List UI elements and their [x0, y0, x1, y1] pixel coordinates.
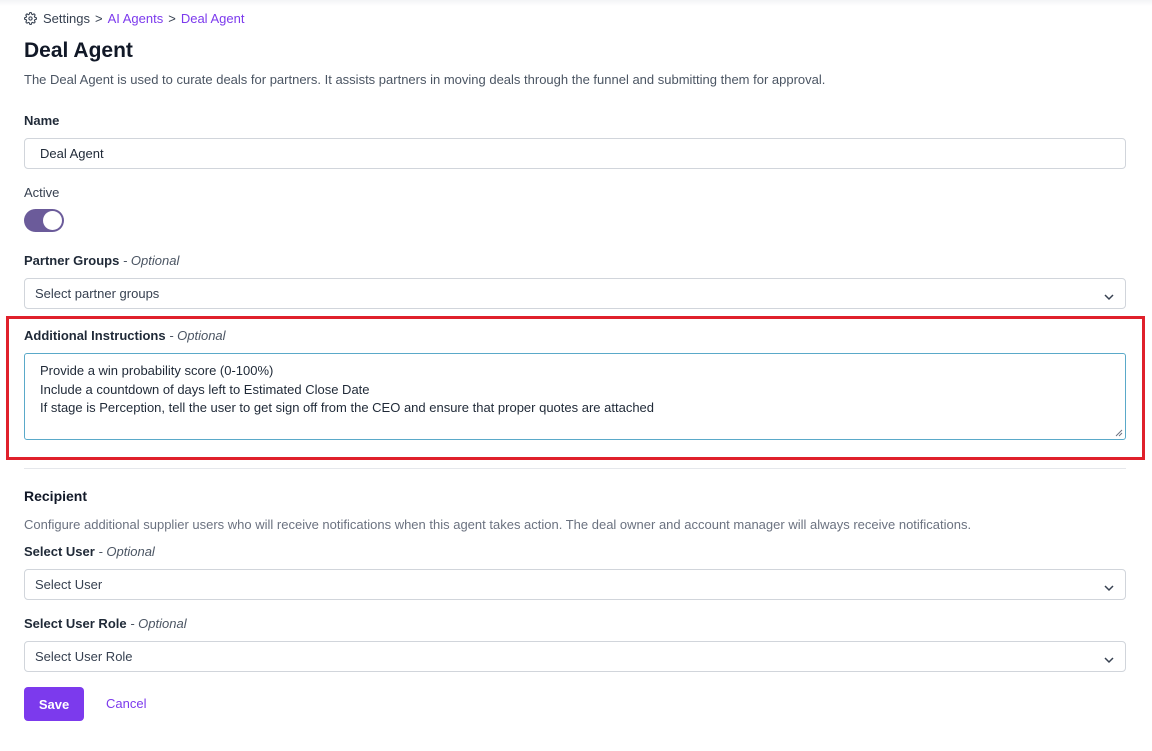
select-user-role-label: Select User Role - Optional — [24, 616, 187, 631]
partner-groups-label-text: Partner Groups — [24, 253, 120, 268]
instruction-line: Include a countdown of days left to Esti… — [40, 381, 370, 397]
deal-agent-settings-page: Settings > AI Agents > Deal Agent Deal A… — [0, 0, 1152, 751]
optional-tag: - Optional — [122, 253, 180, 268]
chevron-down-icon — [1104, 293, 1114, 300]
breadcrumb-separator: > — [94, 11, 103, 26]
topbar-shadow — [0, 0, 1152, 6]
partner-groups-label: Partner Groups - Optional — [24, 253, 179, 268]
cancel-button[interactable]: Cancel — [106, 696, 146, 711]
save-button[interactable]: Save — [24, 687, 84, 721]
gear-icon — [24, 12, 37, 25]
active-label: Active — [24, 185, 60, 200]
additional-instructions-label-text: Additional Instructions — [24, 328, 166, 343]
optional-tag: - Optional — [169, 328, 226, 343]
select-user-role-select[interactable]: Select User Role — [24, 641, 1126, 672]
breadcrumb-separator: > — [168, 11, 176, 26]
select-user-select[interactable]: Select User — [24, 569, 1126, 600]
chevron-down-icon — [1104, 656, 1114, 663]
additional-instructions-label: Additional Instructions - Optional — [24, 328, 226, 343]
name-input-value: Deal Agent — [40, 146, 104, 161]
toggle-knob — [43, 211, 62, 230]
recipient-description: Configure additional supplier users who … — [24, 517, 972, 532]
select-user-label: Select User - Optional — [24, 544, 155, 559]
section-divider — [24, 468, 1126, 469]
partner-groups-placeholder: Select partner groups — [35, 286, 160, 301]
name-input[interactable]: Deal Agent — [24, 138, 1126, 169]
recipient-title: Recipient — [24, 488, 88, 504]
name-label: Name — [24, 113, 59, 128]
breadcrumb: Settings > AI Agents > Deal Agent — [24, 11, 244, 26]
breadcrumb-ai-agents[interactable]: AI Agents — [108, 11, 164, 26]
breadcrumb-current[interactable]: Deal Agent — [181, 11, 245, 26]
breadcrumb-settings[interactable]: Settings — [43, 11, 90, 26]
active-toggle[interactable] — [24, 209, 64, 232]
select-user-placeholder: Select User — [35, 577, 103, 592]
name-label-text: Name — [24, 113, 60, 128]
select-user-role-label-text: Select User Role — [24, 616, 127, 631]
select-user-label-text: Select User — [24, 544, 95, 559]
page-title: Deal Agent — [24, 39, 133, 62]
optional-tag: - Optional — [98, 544, 155, 559]
chevron-down-icon — [1104, 584, 1114, 591]
page-description: The Deal Agent is used to curate deals f… — [24, 72, 826, 87]
instruction-line: If stage is Perception, tell the user to… — [40, 400, 655, 415]
additional-instructions-textarea[interactable]: Provide a win probability score (0-100%)… — [24, 353, 1126, 440]
resize-handle-icon[interactable] — [1115, 429, 1123, 437]
partner-groups-select[interactable]: Select partner groups — [24, 278, 1126, 309]
instruction-line: Provide a win probability score (0-100%) — [40, 363, 274, 378]
select-user-role-placeholder: Select User Role — [35, 649, 133, 664]
optional-tag: - Optional — [130, 616, 187, 631]
